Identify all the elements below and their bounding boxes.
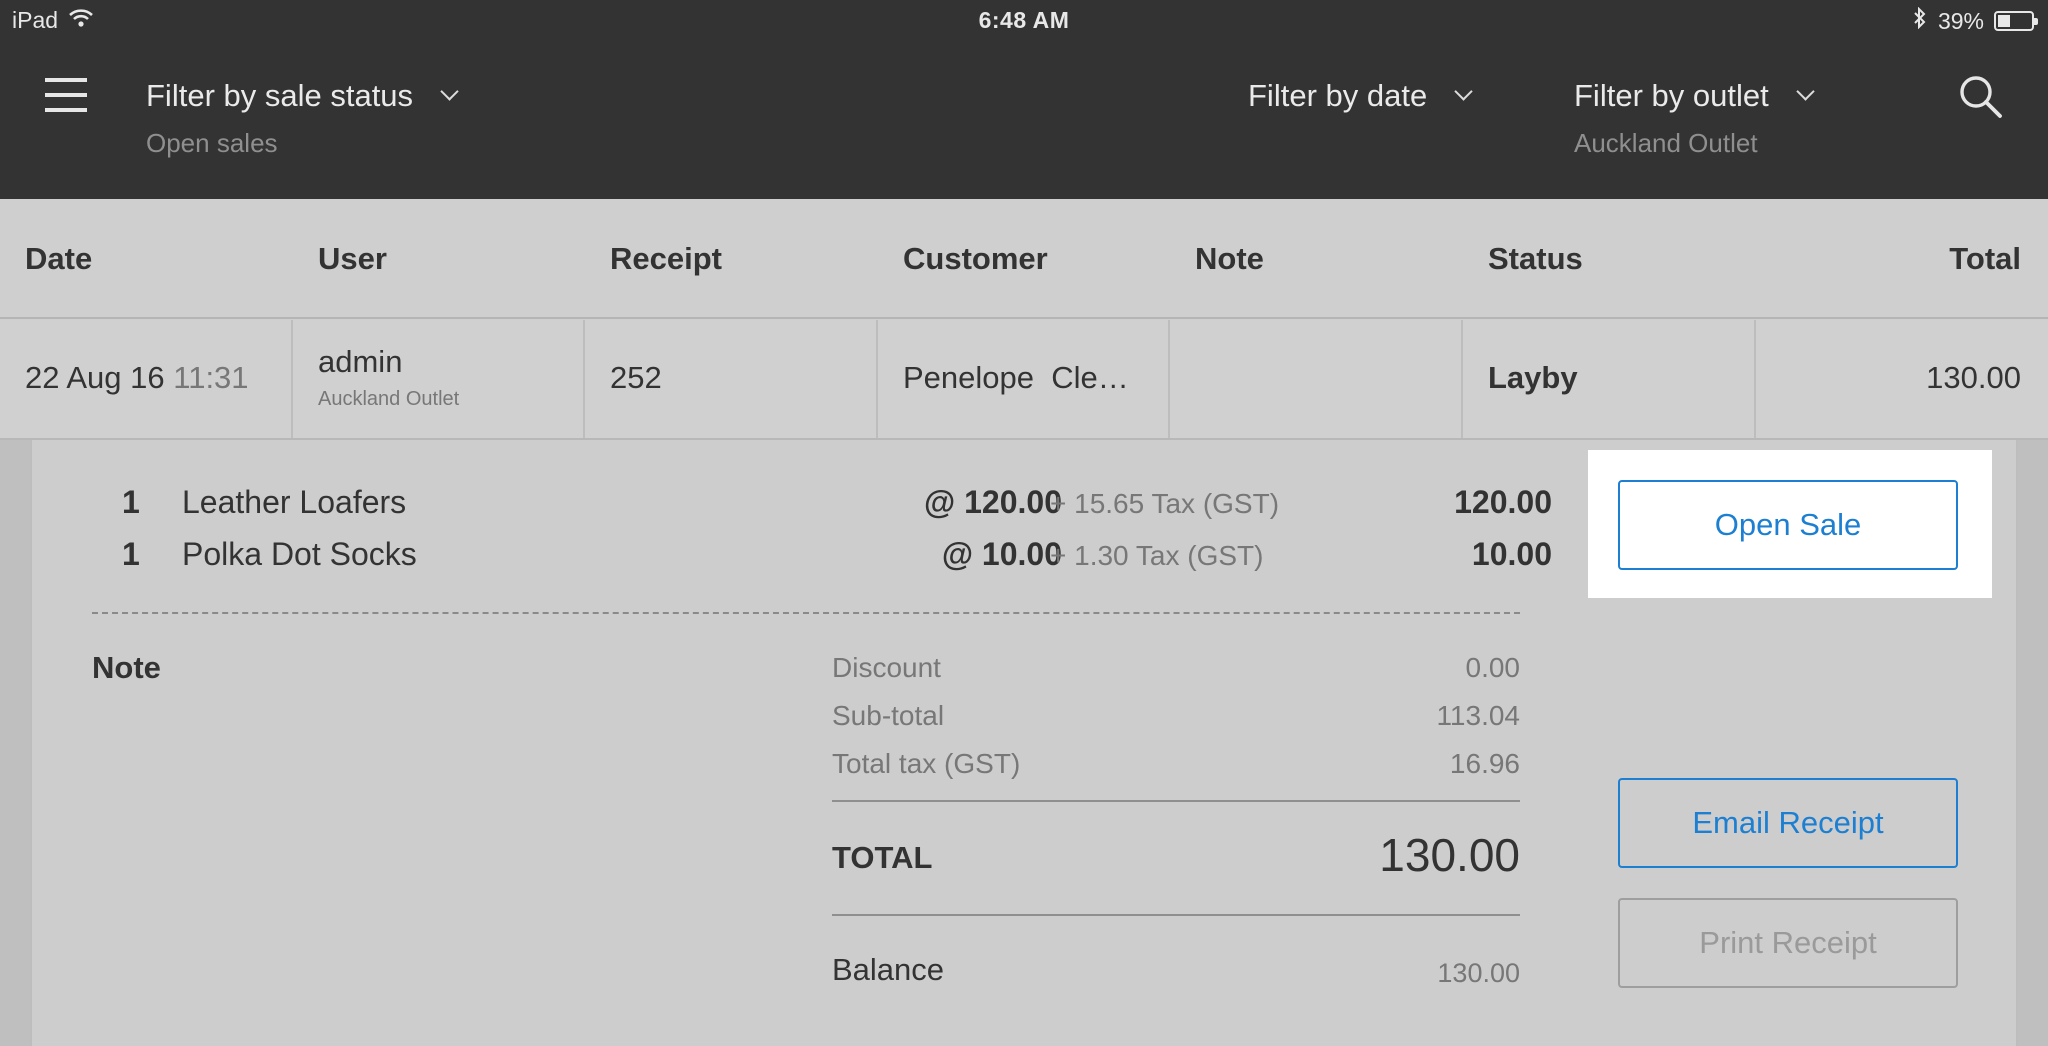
- column-header-customer[interactable]: Customer: [903, 241, 1048, 277]
- bluetooth-icon: [1912, 6, 1928, 35]
- filter-outlet-label: Filter by outlet: [1574, 78, 1769, 113]
- filter-sale-status[interactable]: Filter by sale status Open sales: [146, 78, 459, 159]
- table-header: Date User Receipt Customer Note Status T…: [0, 199, 2048, 319]
- search-icon[interactable]: [1958, 74, 2004, 120]
- chevron-down-icon: [1454, 81, 1473, 101]
- sale-customer: Penelope Cle…: [903, 360, 1129, 395]
- line-item-price: @ 10.00: [941, 536, 1062, 572]
- table-row[interactable]: 22 Aug 16 11:31 admin Auckland Outlet 25…: [0, 320, 2048, 440]
- cell-receipt: 252: [585, 320, 878, 438]
- sale-time: 11:31: [173, 360, 249, 395]
- line-item: 1 Polka Dot Socks @ 10.00 + 1.30 Tax (GS…: [92, 536, 1552, 576]
- summary-discount: Discount 0.00: [832, 652, 1520, 684]
- note-label: Note: [92, 650, 161, 685]
- subtotal-label: Sub-total: [832, 700, 945, 731]
- line-item-tax: + 1.30 Tax (GST): [1050, 540, 1264, 571]
- discount-label: Discount: [832, 652, 941, 683]
- items-divider: [92, 612, 1520, 614]
- sale-status: Layby: [1488, 360, 1578, 395]
- column-header-date[interactable]: Date: [25, 241, 92, 277]
- filter-sale-status-value: Open sales: [146, 128, 278, 158]
- summary-subtotal: Sub-total 113.04: [832, 700, 1520, 732]
- line-item-qty: 1: [122, 536, 140, 572]
- open-sale-button[interactable]: Open Sale: [1618, 480, 1958, 570]
- tax-label: Total tax (GST): [832, 748, 1021, 779]
- line-item-total: 10.00: [1471, 536, 1552, 572]
- filter-date-label: Filter by date: [1248, 78, 1428, 113]
- cell-note: [1170, 320, 1463, 438]
- discount-value: 0.00: [1465, 652, 1521, 683]
- print-receipt-button[interactable]: Print Receipt: [1618, 898, 1958, 988]
- column-header-note[interactable]: Note: [1195, 241, 1264, 277]
- line-item-price: @ 120.00: [924, 484, 1062, 520]
- ios-status-bar: iPad 6:48 AM 39%: [0, 0, 2048, 40]
- total-divider: [832, 914, 1520, 916]
- sale-receipt: 252: [610, 360, 662, 395]
- subtotal-value: 113.04: [1436, 700, 1520, 731]
- panel-gutter-right: [2018, 440, 2048, 1046]
- email-receipt-button[interactable]: Email Receipt: [1618, 778, 1958, 868]
- cell-total: 130.00: [1756, 320, 2048, 438]
- battery-percent: 39%: [1937, 7, 1984, 34]
- tax-value: 16.96: [1449, 748, 1520, 779]
- column-header-receipt[interactable]: Receipt: [610, 241, 722, 277]
- battery-icon: [1994, 11, 2038, 31]
- total-value: 130.00: [1379, 829, 1520, 881]
- cell-user: admin Auckland Outlet: [293, 320, 585, 438]
- line-item: 1 Leather Loafers @ 120.00 + 15.65 Tax (…: [92, 484, 1552, 524]
- sale-date: 22 Aug 16: [25, 360, 165, 395]
- summary-total: TOTAL 130.00: [832, 828, 1520, 888]
- total-label: TOTAL: [832, 840, 933, 875]
- line-item-tax: + 15.65 Tax (GST): [1050, 488, 1280, 519]
- cell-customer: Penelope Cle…: [878, 320, 1170, 438]
- column-header-total[interactable]: Total: [1949, 241, 2021, 277]
- summary-divider: [832, 800, 1520, 802]
- balance-value: 130.00: [1437, 958, 1520, 988]
- filter-sale-status-label: Filter by sale status: [146, 78, 414, 113]
- cell-status: Layby: [1463, 320, 1756, 438]
- summary-tax: Total tax (GST) 16.96: [832, 748, 1520, 780]
- hamburger-icon[interactable]: [45, 78, 87, 118]
- chevron-down-icon: [440, 81, 459, 101]
- line-item-qty: 1: [122, 484, 140, 520]
- column-header-status[interactable]: Status: [1488, 241, 1583, 277]
- clock: 6:48 AM: [978, 7, 1070, 33]
- line-item-total: 120.00: [1454, 484, 1552, 520]
- top-bar: iPad 6:48 AM 39% Filter by sale status O…: [0, 0, 2048, 199]
- sale-user-outlet: Auckland Outlet: [318, 388, 460, 410]
- balance-label: Balance: [832, 952, 945, 987]
- chevron-down-icon: [1796, 81, 1815, 101]
- line-item-name: Polka Dot Socks: [182, 536, 417, 572]
- column-header-user[interactable]: User: [318, 241, 387, 277]
- cell-date: 22 Aug 16 11:31: [0, 320, 293, 438]
- filter-date[interactable]: Filter by date: [1248, 78, 1473, 128]
- sale-user: admin: [318, 344, 403, 379]
- filter-outlet[interactable]: Filter by outlet Auckland Outlet: [1574, 78, 1815, 159]
- sale-total: 130.00: [1926, 360, 2021, 395]
- panel-gutter-left: [0, 440, 30, 1046]
- line-item-name: Leather Loafers: [182, 484, 407, 520]
- filter-outlet-value: Auckland Outlet: [1574, 128, 1758, 158]
